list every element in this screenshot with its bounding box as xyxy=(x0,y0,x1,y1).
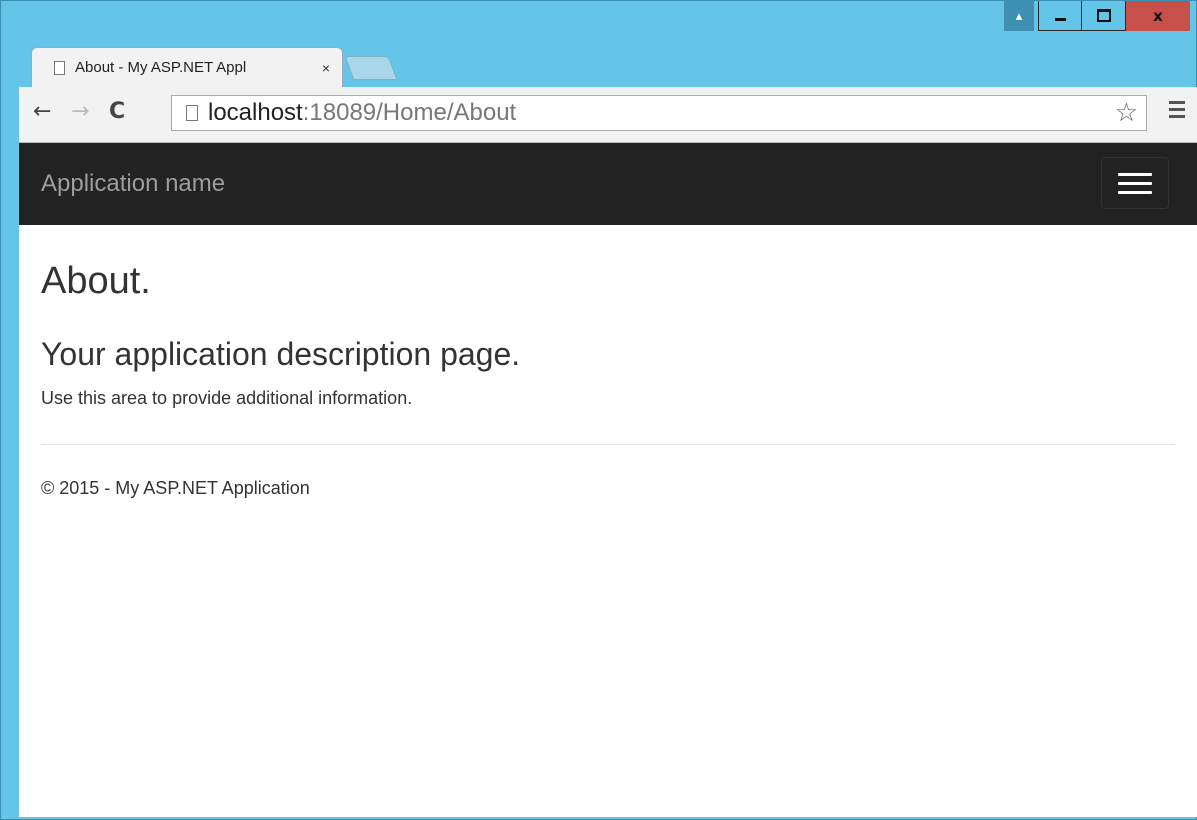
url-host: localhost xyxy=(208,99,303,126)
url-path: :18089/Home/About xyxy=(302,99,517,126)
window-caption-buttons: ▴ x xyxy=(1004,1,1190,31)
navbar: Application name xyxy=(19,143,1197,225)
browser-window: ▴ x About - My ASP.NET Appl × ← → C loca… xyxy=(0,0,1197,820)
navbar-toggle-button[interactable] xyxy=(1101,157,1169,209)
browser-menu-icon[interactable] xyxy=(1169,101,1185,122)
web-page: Application name About. Your application… xyxy=(19,143,1197,817)
brand-link[interactable]: Application name xyxy=(41,170,225,198)
tab-close-icon[interactable]: × xyxy=(322,60,330,76)
forward-arrow-icon[interactable]: → xyxy=(71,99,89,124)
browser-toolbar: ← → C localhost:18089/Home/About ☆ xyxy=(19,87,1197,143)
page-icon xyxy=(54,60,65,75)
footer-text: © 2015 - My ASP.NET Application xyxy=(41,477,310,498)
main-content: About. Your application description page… xyxy=(19,259,1197,499)
address-bar[interactable]: localhost:18089/Home/About ☆ xyxy=(171,95,1147,131)
minimize-icon xyxy=(1054,18,1066,21)
new-tab-button[interactable] xyxy=(344,56,398,80)
page-body-text: Use this area to provide additional info… xyxy=(41,387,413,408)
close-window-button[interactable]: x xyxy=(1126,1,1190,31)
tab-title: About - My ASP.NET Appl xyxy=(75,59,247,76)
divider xyxy=(41,443,1175,445)
back-arrow-icon[interactable]: ← xyxy=(33,99,51,124)
user-icon[interactable]: ▴ xyxy=(1004,1,1034,31)
maximize-button[interactable] xyxy=(1082,1,1126,31)
reload-icon[interactable]: C xyxy=(109,99,125,124)
minimize-button[interactable] xyxy=(1038,1,1082,31)
bookmark-star-icon[interactable]: ☆ xyxy=(1115,98,1138,128)
page-icon xyxy=(186,105,198,121)
page-subtitle: Your application description page. xyxy=(41,335,521,372)
tab-about[interactable]: About - My ASP.NET Appl × xyxy=(31,47,343,87)
maximize-icon xyxy=(1096,9,1111,22)
page-title: About. xyxy=(41,260,151,302)
